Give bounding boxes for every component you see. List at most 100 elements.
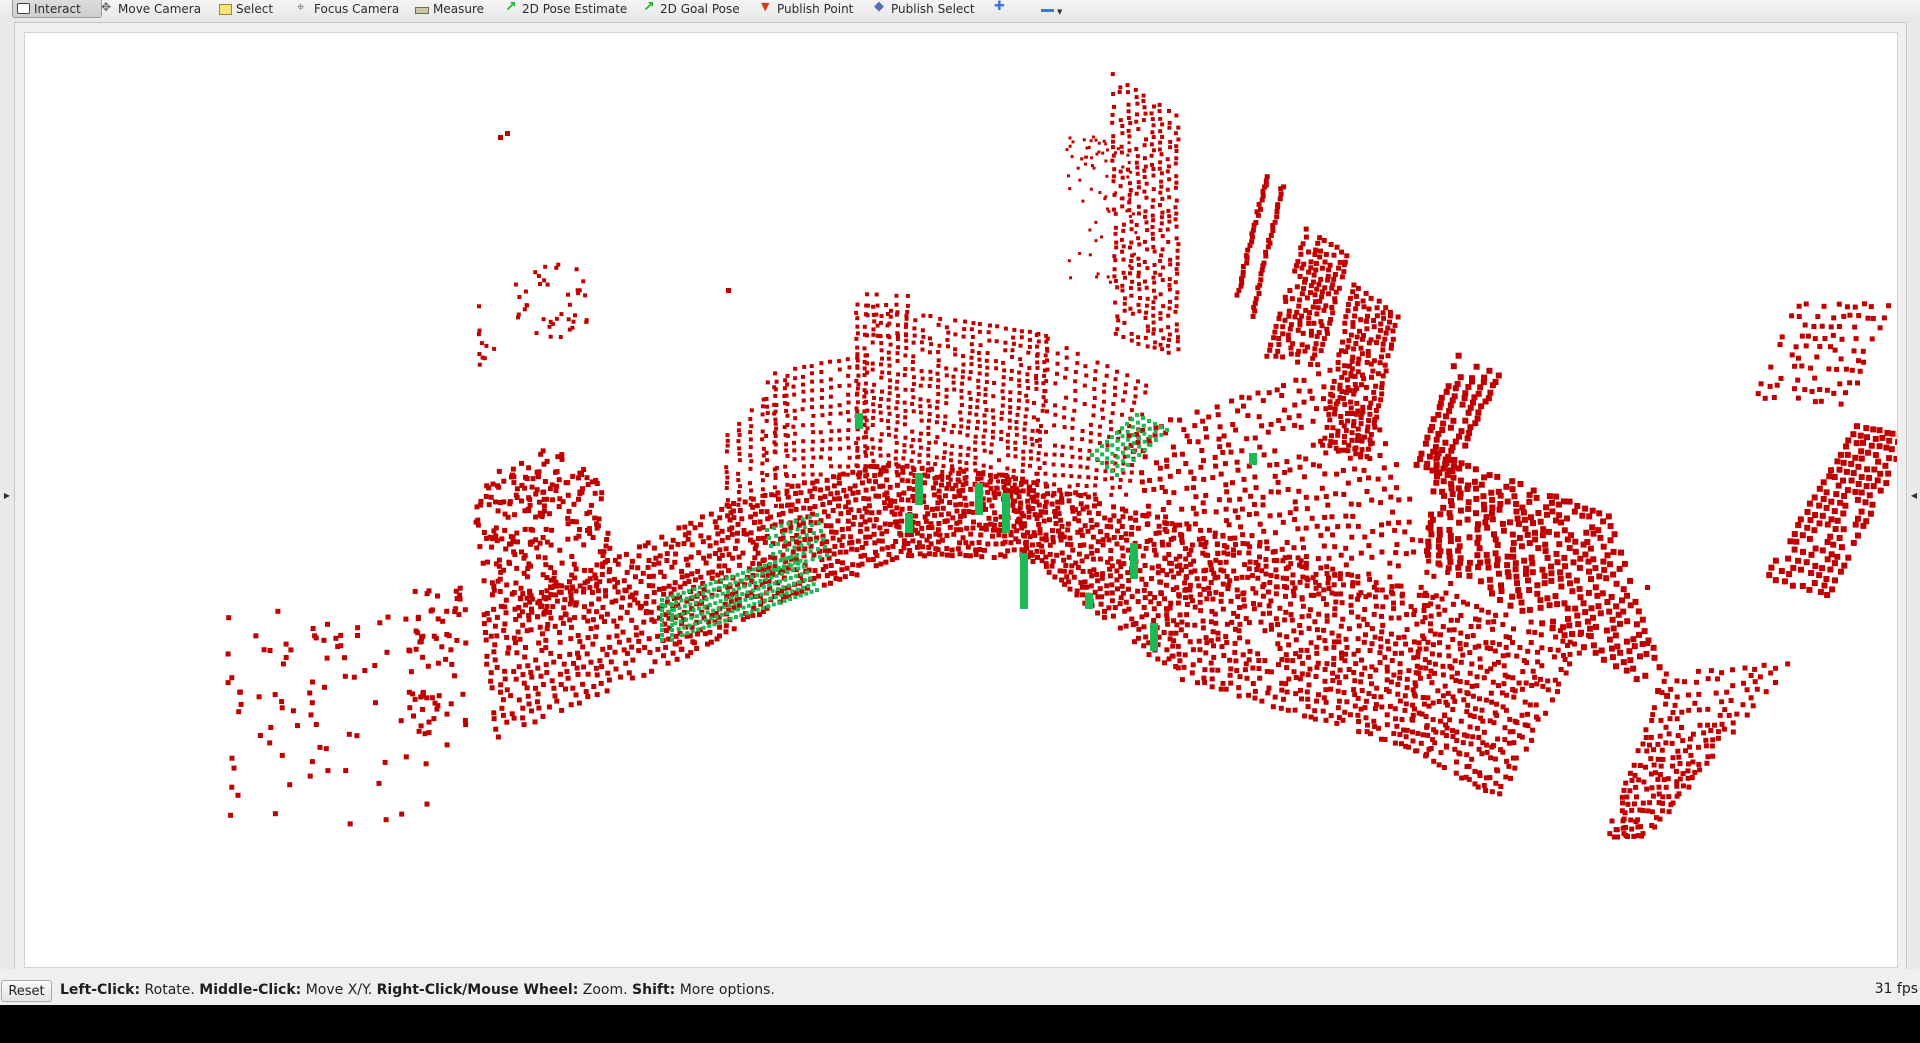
point [789, 483, 795, 489]
point [1233, 542, 1238, 547]
point [1043, 554, 1049, 560]
point [668, 544, 674, 550]
point [1283, 652, 1289, 658]
point [1043, 509, 1049, 515]
point [882, 521, 888, 527]
point [1179, 539, 1185, 545]
point [1267, 513, 1273, 519]
point [1001, 396, 1006, 401]
point [1151, 606, 1157, 612]
tool-2d-pose-estimate[interactable]: 2D Pose Estimate [505, 0, 627, 18]
point [1151, 288, 1156, 293]
point [1542, 548, 1549, 555]
point [1481, 783, 1487, 788]
point [1545, 687, 1551, 693]
point [784, 408, 789, 413]
point [557, 671, 563, 677]
point [1556, 541, 1563, 548]
point [773, 393, 778, 398]
point [1008, 410, 1013, 415]
point [1823, 504, 1830, 511]
dropdown-arrow-icon[interactable]: ▼ [1057, 8, 1062, 16]
point [1324, 661, 1330, 667]
point [1465, 409, 1472, 416]
point [1106, 148, 1109, 152]
point [1360, 298, 1366, 304]
tool-measure[interactable]: Measure [415, 0, 484, 18]
point [1395, 691, 1401, 697]
tool-focus-camera[interactable]: Focus Camera [297, 0, 399, 18]
point [753, 542, 759, 548]
point [905, 303, 910, 308]
point [1353, 293, 1359, 299]
point [1839, 336, 1845, 342]
point [1511, 626, 1516, 632]
add-tool-button[interactable] [994, 0, 1011, 18]
point [785, 382, 790, 387]
tool-interact[interactable]: Interact [12, 0, 102, 18]
point [1432, 661, 1438, 667]
point [1464, 752, 1470, 758]
point [1060, 463, 1065, 468]
point [1297, 654, 1303, 660]
point [1525, 648, 1531, 654]
point [1537, 518, 1544, 525]
point [1186, 552, 1192, 557]
point [548, 615, 554, 621]
remove-tool-button[interactable] [1041, 0, 1058, 18]
point [486, 617, 492, 623]
point [1427, 427, 1434, 434]
point [936, 378, 941, 383]
point [1392, 740, 1398, 746]
point [1812, 375, 1818, 381]
point [502, 668, 508, 674]
point [1375, 334, 1381, 340]
point [569, 624, 574, 630]
point [1391, 672, 1397, 678]
point [1102, 389, 1106, 394]
point [849, 540, 855, 545]
point [1450, 417, 1457, 424]
point [1487, 389, 1494, 396]
point [1385, 325, 1391, 331]
point [1475, 534, 1482, 541]
point [1620, 608, 1627, 615]
3d-render-viewport[interactable] [24, 32, 1898, 968]
point [845, 499, 851, 505]
point [1483, 551, 1490, 558]
point [1366, 475, 1371, 481]
tool-publish-select[interactable]: Publish Select [874, 0, 975, 18]
point [1191, 485, 1196, 491]
tool-select[interactable]: Select [219, 0, 273, 18]
point [1122, 301, 1127, 306]
point [1175, 290, 1180, 295]
point [1345, 344, 1351, 350]
point [1135, 101, 1140, 106]
point [1266, 589, 1271, 595]
point [520, 705, 526, 711]
point [1236, 550, 1242, 556]
point [1372, 594, 1378, 600]
point [748, 514, 754, 520]
right-dock-collapse-handle[interactable]: ◀ [1906, 22, 1920, 969]
point [901, 456, 906, 461]
point [1144, 137, 1148, 142]
point [976, 351, 981, 355]
point [1608, 594, 1615, 600]
point [1086, 475, 1091, 480]
tool-2d-goal-pose[interactable]: 2D Goal Pose [643, 0, 740, 18]
point [1474, 674, 1480, 680]
tool-publish-point[interactable]: Publish Point [760, 0, 853, 18]
left-dock-collapse-handle[interactable]: ▶ [0, 22, 15, 969]
point [557, 654, 563, 659]
point [1110, 411, 1115, 416]
point [1223, 686, 1229, 692]
point [886, 356, 891, 361]
point [1231, 552, 1236, 558]
point [962, 327, 967, 332]
tool-move-camera[interactable]: Move Camera [101, 0, 201, 18]
point [1073, 560, 1079, 566]
point [1176, 335, 1180, 340]
point [1848, 477, 1855, 484]
point [1014, 420, 1019, 424]
